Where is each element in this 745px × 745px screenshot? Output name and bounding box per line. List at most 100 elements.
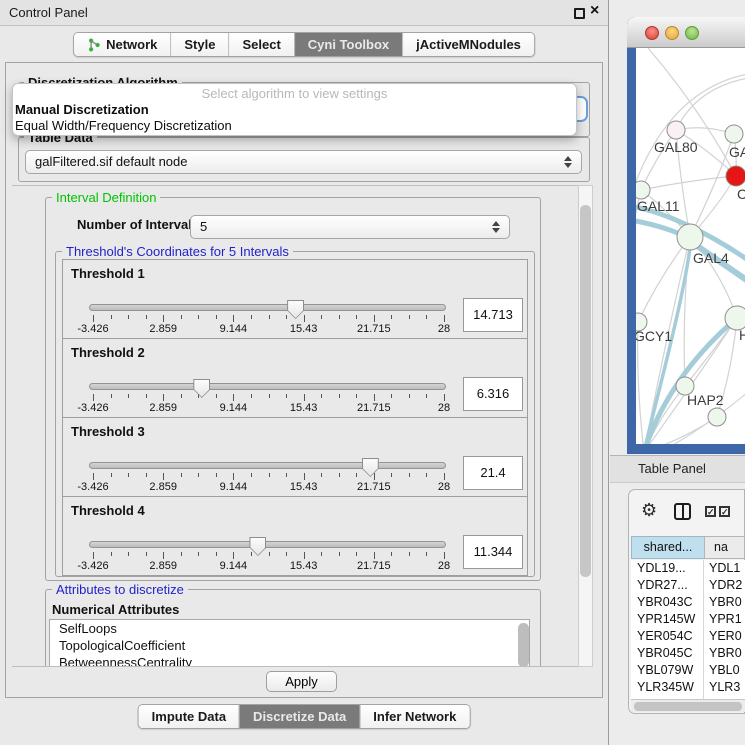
control-panel-title: Control Panel [9, 0, 88, 25]
table-cell-shared[interactable]: YLR345W [631, 679, 704, 696]
network-edge[interactable] [648, 48, 736, 176]
network-node-GAL11[interactable] [636, 181, 650, 199]
attribute-item[interactable]: BetweennessCentrality [50, 654, 529, 667]
slider-thumb[interactable] [193, 379, 210, 398]
slider-tick [146, 315, 147, 319]
table-row[interactable]: YPR145WYPR1 [631, 611, 745, 628]
network-node-GAL80[interactable] [667, 121, 685, 139]
threshold-value-field[interactable]: 14.713 [463, 298, 523, 332]
table-cell-name[interactable]: YBR0 [704, 594, 742, 611]
table-header-name[interactable]: na [704, 536, 745, 559]
table-row[interactable]: YDL19...YDL1 [631, 560, 745, 577]
slider-tick-label: 15.43 [290, 402, 318, 414]
slider-thumb[interactable] [362, 458, 379, 477]
number-of-intervals-label: Number of Intervals [73, 217, 203, 232]
slider-track[interactable] [89, 462, 446, 469]
slider-tick [233, 552, 234, 559]
table-cell-name[interactable]: YPR1 [704, 611, 742, 628]
slider-tick [198, 473, 199, 477]
network-node-top-right-node[interactable] [725, 125, 743, 143]
table-header-shared[interactable]: shared... [631, 536, 705, 559]
table-row[interactable]: YER054CYER0 [631, 628, 745, 645]
slider-tick [128, 473, 129, 477]
slider-tick [146, 552, 147, 556]
zoom-traffic-light-icon[interactable] [685, 26, 699, 40]
tab-style[interactable]: Style [170, 33, 228, 56]
table-cell-shared[interactable]: YPR145W [631, 611, 704, 628]
slider-tick [426, 315, 427, 319]
tab-network[interactable]: Network [74, 33, 170, 56]
table-cell-shared[interactable]: YDR27... [631, 577, 704, 594]
slider-tick [93, 552, 94, 559]
slider-track[interactable] [89, 304, 446, 311]
table-row[interactable]: YBL079WYBL0 [631, 662, 745, 679]
slider-tick [198, 552, 199, 556]
table-cell-name[interactable]: YBR0 [704, 645, 742, 662]
algorithm-option-manual[interactable]: Manual Discretization [15, 102, 149, 117]
vertical-scrollbar-thumb[interactable] [580, 205, 591, 577]
slider-tick [339, 473, 340, 477]
checkbox-icon[interactable]: ✓ [719, 506, 730, 517]
network-edge[interactable] [641, 176, 736, 190]
gear-icon[interactable]: ⚙ [641, 500, 657, 521]
threshold-value-field[interactable]: 11.344 [463, 535, 523, 569]
table-cell-shared[interactable]: YBL079W [631, 662, 704, 679]
slider-track[interactable] [89, 541, 446, 548]
network-node-GAL4[interactable] [677, 224, 703, 250]
network-canvas[interactable]: GAL80GAGAL11CGAL4GCY1HHAP2 [636, 48, 745, 444]
table-cell-name[interactable]: YDR2 [704, 577, 742, 594]
slider-tick [111, 473, 112, 477]
tab-infer-network[interactable]: Infer Network [359, 705, 469, 728]
table-cell-name[interactable]: YER0 [704, 628, 742, 645]
table-cell-shared[interactable]: YDL19... [631, 560, 704, 577]
table-row[interactable]: YBR045CYBR0 [631, 645, 745, 662]
slider-tick [181, 473, 182, 477]
vertical-scrollbar[interactable] [578, 185, 593, 667]
network-node-label: H [739, 327, 745, 343]
table-row[interactable]: YLR345WYLR3 [631, 679, 745, 696]
table-cell-shared[interactable]: YBR043C [631, 594, 704, 611]
table-row[interactable]: YDR27...YDR2 [631, 577, 745, 594]
table-cell-shared[interactable]: YBR045C [631, 645, 704, 662]
table-row[interactable]: YBR043CYBR0 [631, 594, 745, 611]
table-cell-name[interactable]: YDL1 [704, 560, 740, 577]
number-of-intervals-combo[interactable]: 5 [190, 215, 510, 239]
tab-discretize-data[interactable]: Discretize Data [239, 705, 359, 728]
table-cell-name[interactable]: YLR3 [704, 679, 740, 696]
table-cell-name[interactable]: YBL0 [704, 662, 740, 679]
close-icon[interactable]: × [590, 2, 599, 20]
minimize-traffic-light-icon[interactable] [665, 26, 679, 40]
network-edge[interactable] [685, 318, 737, 386]
network-view-window: GAL80GAGAL11CGAL4GCY1HHAP2 [627, 17, 745, 454]
network-node-bottom-node[interactable] [708, 408, 726, 426]
horizontal-scrollbar[interactable] [631, 699, 745, 712]
slider-tick [128, 552, 129, 556]
tab-impute-data[interactable]: Impute Data [139, 705, 239, 728]
slider-track[interactable] [89, 383, 446, 390]
threshold-value-field[interactable]: 6.316 [463, 377, 523, 411]
network-edge[interactable] [638, 237, 690, 322]
tab-label: Impute Data [152, 709, 226, 724]
column-view-icon[interactable] [674, 503, 691, 520]
attribute-item[interactable]: TopologicalCoefficient [50, 637, 529, 654]
network-node-red-node[interactable] [726, 166, 745, 186]
apply-button[interactable]: Apply [266, 671, 337, 692]
algorithm-option-equal-width[interactable]: Equal Width/Frequency Discretization [15, 118, 232, 133]
tab-jactivemnodules[interactable]: jActiveMNodules [402, 33, 534, 56]
slider-tick-label: 28 [438, 481, 450, 493]
float-window-icon[interactable] [574, 8, 585, 19]
horizontal-scrollbar-thumb[interactable] [634, 702, 742, 711]
network-node-label: HAP2 [687, 392, 724, 408]
slider-thumb[interactable] [249, 537, 266, 556]
list-scrollbar[interactable] [518, 623, 529, 667]
close-traffic-light-icon[interactable] [645, 26, 659, 40]
attribute-item[interactable]: SelfLoops [50, 620, 529, 637]
tab-cyni-toolbox[interactable]: Cyni Toolbox [294, 33, 402, 56]
table-data-combo[interactable]: galFiltered.sif default node [25, 150, 582, 174]
checkbox-icon[interactable]: ✓ [705, 506, 716, 517]
threshold-value-field[interactable]: 21.4 [463, 456, 523, 490]
tab-select[interactable]: Select [228, 33, 293, 56]
slider-tick [321, 315, 322, 319]
slider-thumb[interactable] [287, 300, 304, 319]
table-cell-shared[interactable]: YER054C [631, 628, 704, 645]
